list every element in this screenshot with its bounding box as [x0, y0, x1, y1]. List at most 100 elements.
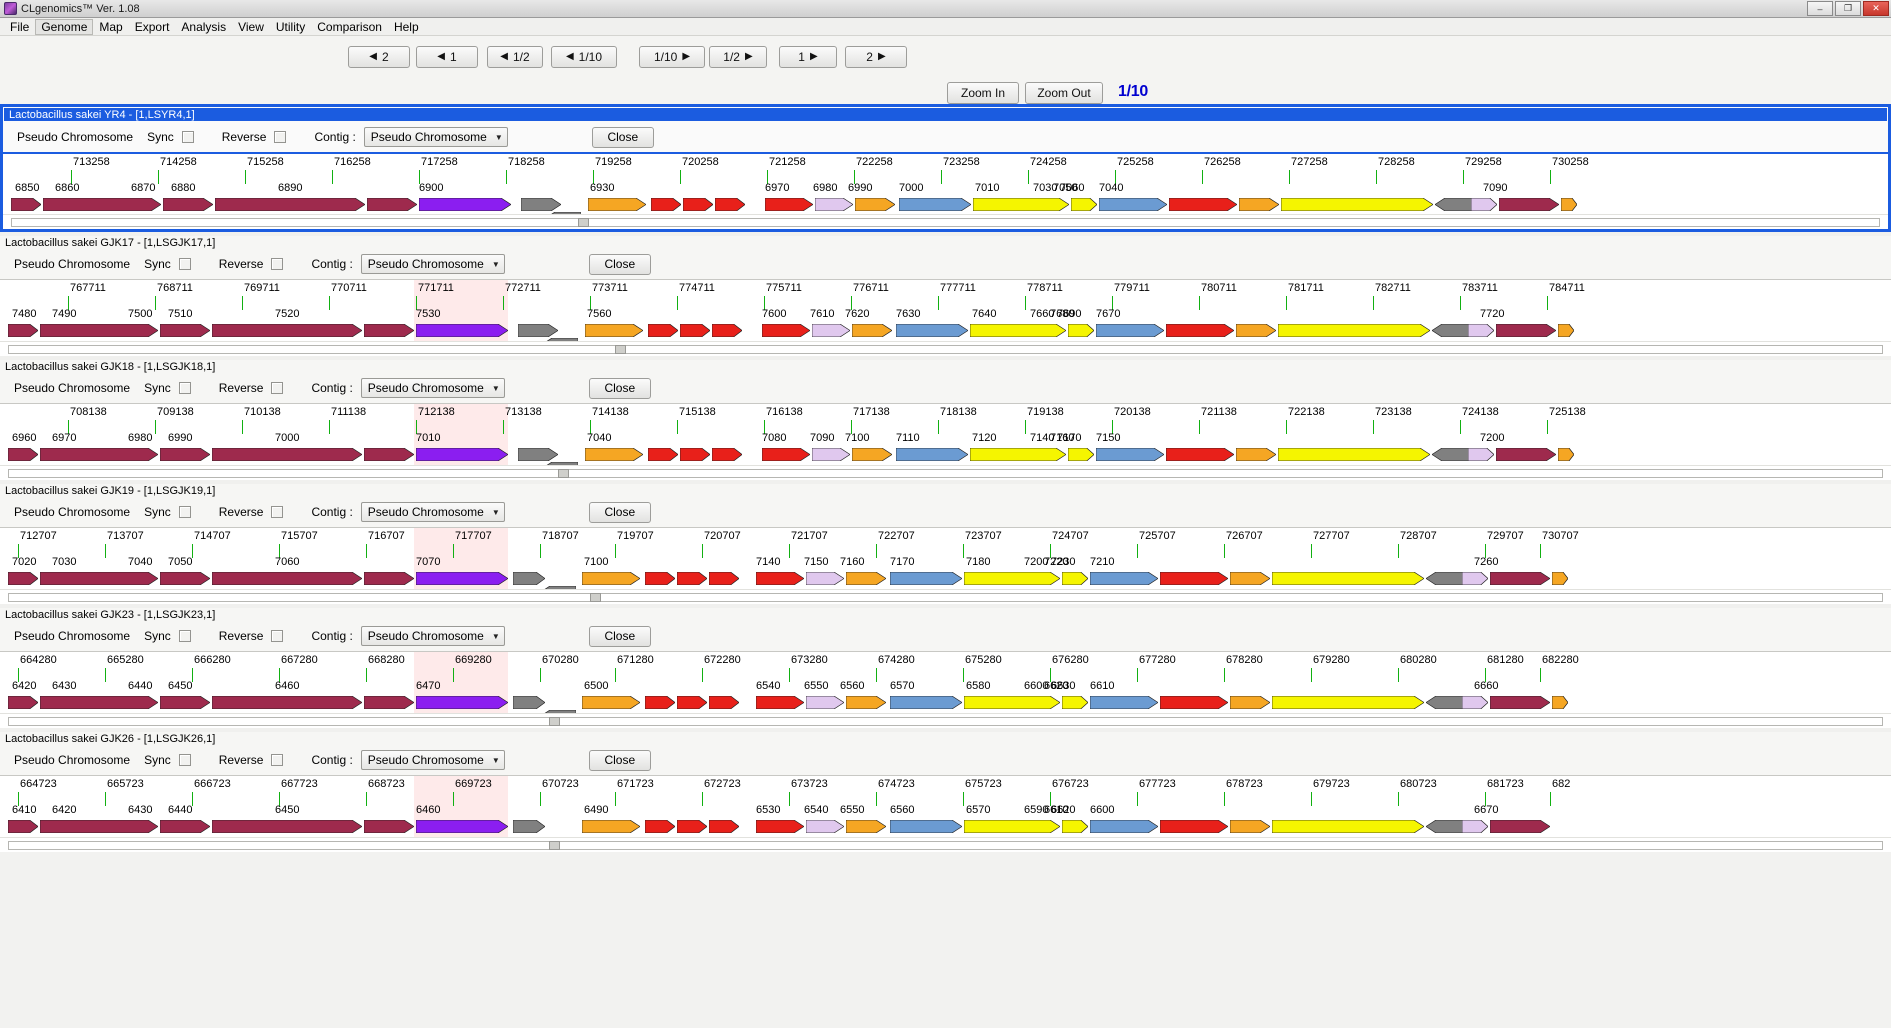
gene-arrow[interactable] [513, 572, 545, 585]
nav-left-1[interactable]: ◀ 1 [416, 46, 478, 68]
gene-arrow[interactable] [806, 572, 844, 585]
gene-arrow[interactable] [709, 572, 739, 585]
scrollbar-track[interactable] [8, 593, 1883, 602]
scrollbar-thumb[interactable] [558, 469, 569, 478]
sync-checkbox[interactable] [178, 506, 191, 518]
sync-checkbox[interactable] [181, 131, 194, 143]
gene-arrow[interactable] [364, 448, 414, 461]
contig-dropdown[interactable]: Pseudo Chromosome ▼ [360, 626, 505, 646]
zoom-in-button[interactable]: Zoom In [947, 82, 1019, 104]
gene-arrow[interactable] [1496, 448, 1556, 461]
gene-arrow[interactable] [1062, 696, 1088, 709]
reverse-checkbox[interactable] [271, 382, 284, 394]
gene-arrow[interactable] [1239, 198, 1279, 211]
menu-item-export[interactable]: Export [129, 19, 176, 35]
gene-arrow[interactable] [683, 198, 713, 211]
gene-arrow[interactable] [1169, 198, 1237, 211]
gene-track[interactable]: 664723 665723 666723 667723 668723 669723 6707… [0, 775, 1891, 837]
gene-arrow[interactable] [648, 324, 678, 337]
gene-arrow[interactable] [40, 448, 158, 461]
gene-arrow[interactable] [1230, 696, 1270, 709]
gene-arrow[interactable] [1558, 324, 1574, 337]
gene-arrow[interactable] [364, 324, 414, 337]
reverse-checkbox[interactable] [271, 630, 284, 642]
scrollbar-thumb[interactable] [549, 841, 560, 850]
gene-arrow[interactable] [762, 324, 810, 337]
gene-arrow[interactable] [1278, 448, 1430, 461]
reverse-checkbox[interactable] [271, 258, 284, 270]
gene-arrow[interactable] [1432, 324, 1470, 337]
gene-arrow[interactable] [890, 572, 962, 585]
gene-arrow[interactable] [1236, 448, 1276, 461]
gene-arrow[interactable] [8, 324, 38, 337]
nav-right-2[interactable]: 2 ▶ [845, 46, 907, 68]
gene-arrow[interactable] [1230, 572, 1270, 585]
gene-arrow[interactable] [1468, 324, 1494, 337]
gene-arrow[interactable] [899, 198, 971, 211]
gene-arrow[interactable] [964, 696, 1060, 709]
contig-dropdown[interactable]: Pseudo Chromosome ▼ [363, 127, 508, 147]
gene-arrow[interactable] [416, 324, 508, 337]
gene-arrow[interactable] [212, 448, 362, 461]
gene-arrow[interactable] [1096, 324, 1164, 337]
gene-arrow[interactable] [645, 572, 675, 585]
gene-arrow[interactable] [1490, 696, 1550, 709]
gene-arrow[interactable] [1090, 572, 1158, 585]
gene-arrow[interactable] [1099, 198, 1167, 211]
gene-arrow[interactable] [364, 820, 414, 833]
gene-arrow[interactable] [160, 696, 210, 709]
nav-right-1-2[interactable]: 1/2 ▶ [709, 46, 767, 68]
gene-arrow[interactable] [645, 820, 675, 833]
gene-arrow[interactable] [1552, 696, 1568, 709]
nav-right-1-10[interactable]: 1/10 ▶ [639, 46, 705, 68]
close-panel-button[interactable]: Close [588, 377, 651, 399]
gene-arrow[interactable] [648, 448, 678, 461]
close-panel-button[interactable]: Close [588, 625, 651, 647]
reverse-checkbox[interactable] [274, 131, 287, 143]
gene-track[interactable]: 767711 768711 769711 770711 771711 772711 7737… [0, 279, 1891, 341]
gene-arrow[interactable] [890, 696, 962, 709]
horizontal-scrollbar[interactable] [3, 214, 1888, 229]
gene-arrow[interactable] [513, 696, 545, 709]
maximize-button[interactable]: ❐ [1835, 1, 1861, 16]
gene-arrow[interactable] [8, 448, 38, 461]
gene-arrow[interactable] [1432, 448, 1470, 461]
gene-arrow[interactable] [1160, 820, 1228, 833]
gene-arrow[interactable] [1462, 696, 1488, 709]
gene-arrow[interactable] [416, 448, 508, 461]
gene-arrow[interactable] [1272, 696, 1424, 709]
gene-arrow[interactable] [416, 820, 508, 833]
nav-left-1-10[interactable]: ◀ 1/10 [551, 46, 617, 68]
gene-arrow[interactable] [1236, 324, 1276, 337]
nav-right-1[interactable]: 1 ▶ [779, 46, 837, 68]
scrollbar-track[interactable] [8, 841, 1883, 850]
gene-arrow[interactable] [521, 198, 561, 211]
gene-arrow[interactable] [1068, 448, 1094, 461]
gene-arrow[interactable] [160, 572, 210, 585]
sync-checkbox[interactable] [178, 258, 191, 270]
gene-arrow[interactable] [1166, 448, 1234, 461]
gene-arrow[interactable] [160, 324, 210, 337]
gene-arrow[interactable] [8, 820, 38, 833]
gene-arrow[interactable] [964, 572, 1060, 585]
gene-arrow[interactable] [585, 448, 643, 461]
gene-arrow[interactable] [1558, 448, 1574, 461]
gene-arrow[interactable] [40, 324, 158, 337]
gene-arrow[interactable] [8, 572, 38, 585]
contig-dropdown[interactable]: Pseudo Chromosome ▼ [360, 750, 505, 770]
gene-arrow[interactable] [513, 820, 545, 833]
genome-panel[interactable]: Lactobacillus sakei GJK18 - [1,LSGJK18,1… [0, 360, 1891, 480]
gene-arrow[interactable] [212, 696, 362, 709]
menu-item-analysis[interactable]: Analysis [175, 19, 232, 35]
gene-arrow[interactable] [812, 448, 850, 461]
genome-panel[interactable]: Lactobacillus sakei GJK23 - [1,LSGJK23,1… [0, 608, 1891, 728]
sync-checkbox[interactable] [178, 630, 191, 642]
gene-arrow[interactable] [852, 324, 892, 337]
gene-arrow[interactable] [1552, 572, 1568, 585]
gene-arrow[interactable] [709, 820, 739, 833]
gene-arrow[interactable] [806, 820, 844, 833]
genome-panel[interactable]: Lactobacillus sakei GJK17 - [1,LSGJK17,1… [0, 236, 1891, 356]
gene-arrow[interactable] [1068, 324, 1094, 337]
gene-arrow[interactable] [40, 696, 158, 709]
menu-item-file[interactable]: File [4, 19, 35, 35]
